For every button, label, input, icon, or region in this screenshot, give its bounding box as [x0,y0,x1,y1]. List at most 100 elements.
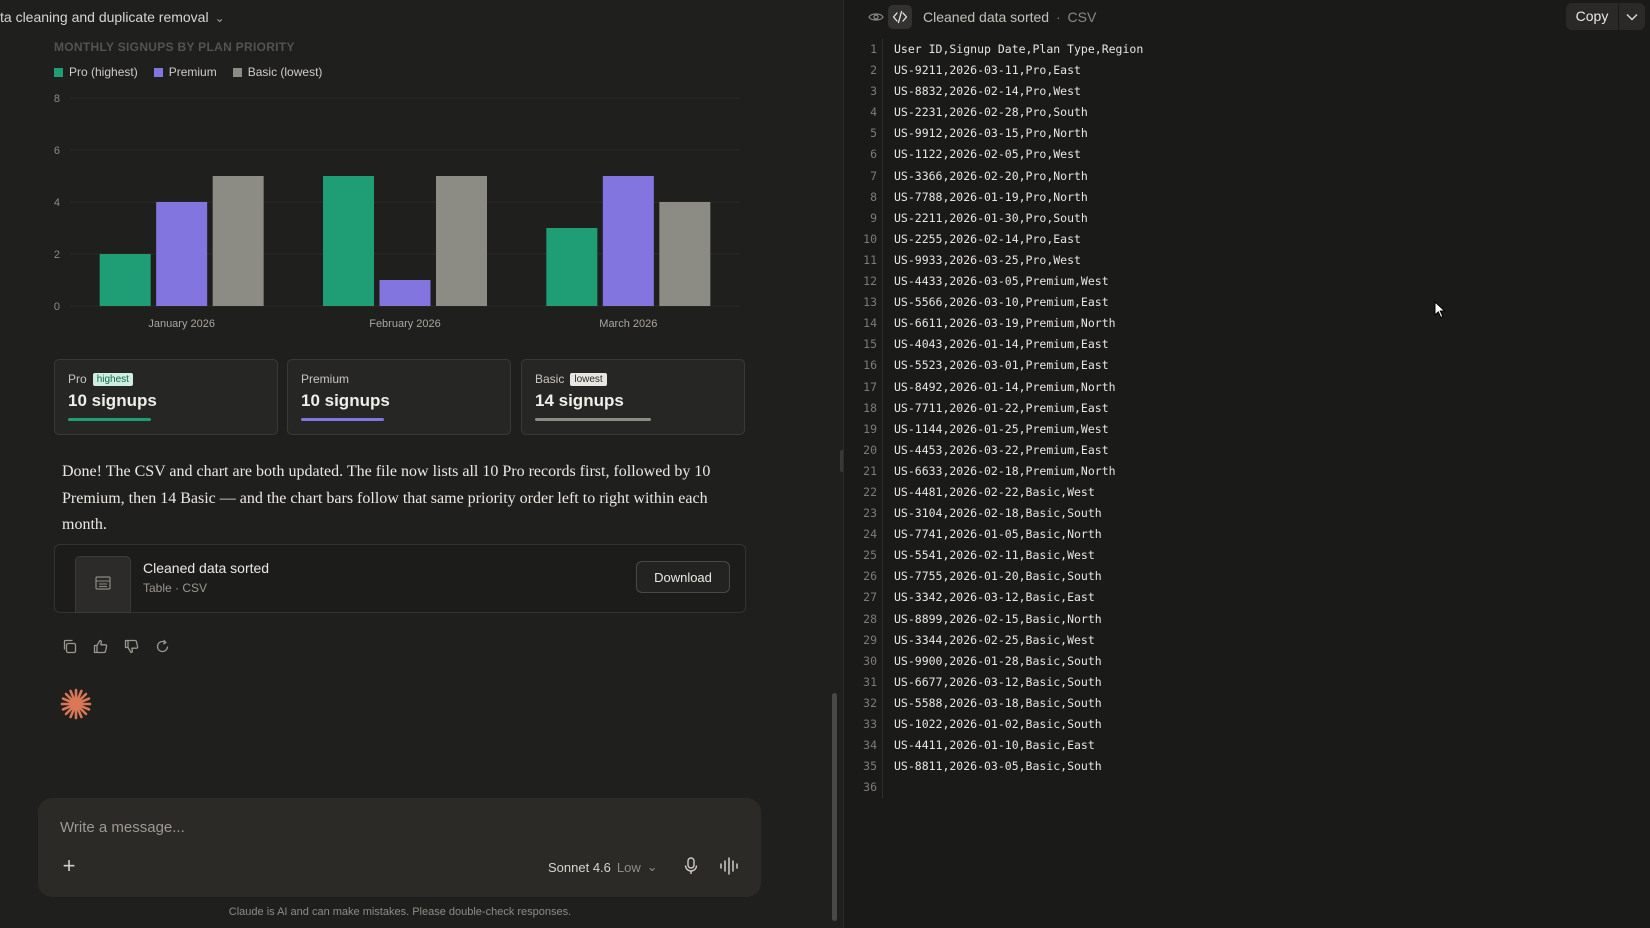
line-number: 23 [863,506,877,521]
code-text: US-7788,2026-01-19,Pro,North [894,189,1088,204]
preview-eye-icon[interactable] [864,5,888,29]
gutter-border [882,397,883,419]
model-name: Sonnet 4.6 [548,859,611,875]
line-number: 36 [863,780,877,795]
line-number: 32 [863,695,877,710]
microphone-icon[interactable] [683,857,699,880]
code-line: 2 US-9211,2026-03-11,Pro,East [844,60,1650,82]
line-number: 2 [870,63,877,78]
code-line: 13 US-5566,2026-03-10,Premium,East [844,292,1650,314]
code-line: 6 US-1122,2026-02-05,Pro,West [844,144,1650,166]
message-actions [60,637,171,655]
code-line: 12 US-4433,2026-03-05,Premium,West [844,271,1650,293]
copy-button[interactable]: Copy [1566,3,1618,30]
panel-title-name: Cleaned data sorted [923,9,1050,25]
y-tick-label: 6 [54,145,60,157]
x-tick-label: February 2026 [369,318,441,330]
code-line: 8 US-7788,2026-01-19,Pro,North [844,186,1650,208]
line-number: 8 [870,189,877,204]
signup-progress-bar [68,418,151,421]
code-line: 11 US-9933,2026-03-25,Pro,West [844,249,1650,272]
code-line: 14 US-6611,2026-03-19,Premium,North [844,313,1650,335]
gutter-border [882,481,883,504]
code-line: 26 US-7755,2026-01-20,Basic,South [844,566,1650,588]
copy-icon[interactable] [60,637,78,655]
gutter-border [882,756,883,778]
artifact-card[interactable]: Cleaned data sorted Table · CSV Download [54,544,746,613]
priority-badge: lowest [570,372,607,386]
view-toggle [864,5,912,29]
code-line: 27 US-3342,2026-03-12,Basic,East [844,587,1650,609]
code-text: US-4043,2026-01-14,Premium,East [894,337,1109,352]
stat-card-header: Basic lowest [535,372,607,386]
gutter-border [882,123,883,145]
code-line: 28 US-8899,2026-02-15,Basic,North [844,608,1650,630]
csv-code-view[interactable]: 1 User ID,Signup Date,Plan Type,Region 2 US… [844,39,1650,799]
conversation-title[interactable]: ta cleaning and duplicate removal ⌄ [0,9,225,25]
line-number: 35 [863,759,877,774]
line-number: 6 [870,147,877,162]
code-line: 1 User ID,Signup Date,Plan Type,Region [844,39,1650,61]
gutter-border [882,587,883,609]
message-input[interactable] [58,818,562,837]
copy-options-button[interactable] [1619,3,1645,30]
legend-item: Pro (highest) [54,65,138,79]
message-composer: + Sonnet 4.6 Low ⌄ [38,798,761,897]
thumbs-up-icon[interactable] [91,637,109,655]
bar [659,202,711,306]
signup-count: 10 signups [68,391,157,410]
x-tick-label: March 2026 [599,318,657,330]
code-text: US-1022,2026-01-02,Basic,South [894,717,1102,731]
retry-icon[interactable] [153,637,171,655]
code-text: US-2255,2026-02-14,Pro,East [894,231,1081,246]
line-number: 15 [863,337,877,352]
model-selector[interactable]: Sonnet 4.6 Low ⌄ [548,859,658,875]
legend-label: Basic (lowest) [247,65,323,79]
code-text: US-4481,2026-02-22,Basic,West [894,484,1095,499]
bar [323,176,374,306]
code-text: US-4433,2026-03-05,Premium,West [894,274,1109,289]
legend-swatch [153,67,163,77]
code-text: US-6633,2026-02-18,Premium,North [894,463,1116,478]
download-button[interactable]: Download [636,561,730,593]
legend-swatch [232,67,242,77]
add-attachment-button[interactable]: + [58,855,80,878]
code-text: US-5541,2026-02-11,Basic,West [894,548,1095,563]
legend-label: Premium [168,65,217,79]
code-text: US-4453,2026-03-22,Premium,East [894,442,1109,457]
chat-scrollbar[interactable] [832,693,837,921]
code-text: US-9211,2026-03-11,Pro,East [894,63,1081,78]
thumbs-down-icon[interactable] [122,637,140,655]
line-number: 13 [863,295,877,310]
gutter-border [882,81,883,103]
chevron-down-icon[interactable]: ⌄ [215,11,225,25]
gutter-border [882,39,883,61]
bar [546,228,598,306]
gutter-border [882,608,883,630]
code-line: 3 US-8832,2026-02-14,Pro,West [844,81,1650,103]
code-text: US-8832,2026-02-14,Pro,West [894,84,1081,99]
code-text: US-7755,2026-01-20,Basic,South [894,569,1102,584]
line-number: 17 [863,379,877,394]
chart-title: MONTHLY SIGNUPS BY PLAN PRIORITY [54,40,295,54]
code-text: US-3366,2026-02-20,Pro,North [894,168,1088,183]
gutter-border [882,376,883,398]
code-line: 20 US-4453,2026-03-22,Premium,East [844,439,1650,461]
plan-name: Basic [535,372,565,386]
line-number: 9 [870,210,877,225]
bar [436,176,487,306]
gutter-border [882,355,883,377]
code-text: US-9900,2026-01-28,Basic,South [894,653,1102,668]
code-line: 31 US-6677,2026-03-12,Basic,South [844,671,1650,693]
code-text: US-5523,2026-03-01,Premium,East [894,358,1109,373]
line-number: 12 [863,274,877,289]
panel-title: Cleaned data sorted · CSV [923,9,1096,25]
voice-mode-icon[interactable] [719,857,741,880]
code-line: 34 US-4411,2026-01-10,Basic,East [844,735,1650,757]
line-number: 21 [863,463,877,478]
code-text: US-3104,2026-02-18,Basic,South [894,506,1102,521]
y-tick-label: 4 [54,197,60,209]
gutter-border [882,249,883,272]
code-view-icon[interactable] [888,5,912,29]
signup-progress-bar [535,418,652,421]
